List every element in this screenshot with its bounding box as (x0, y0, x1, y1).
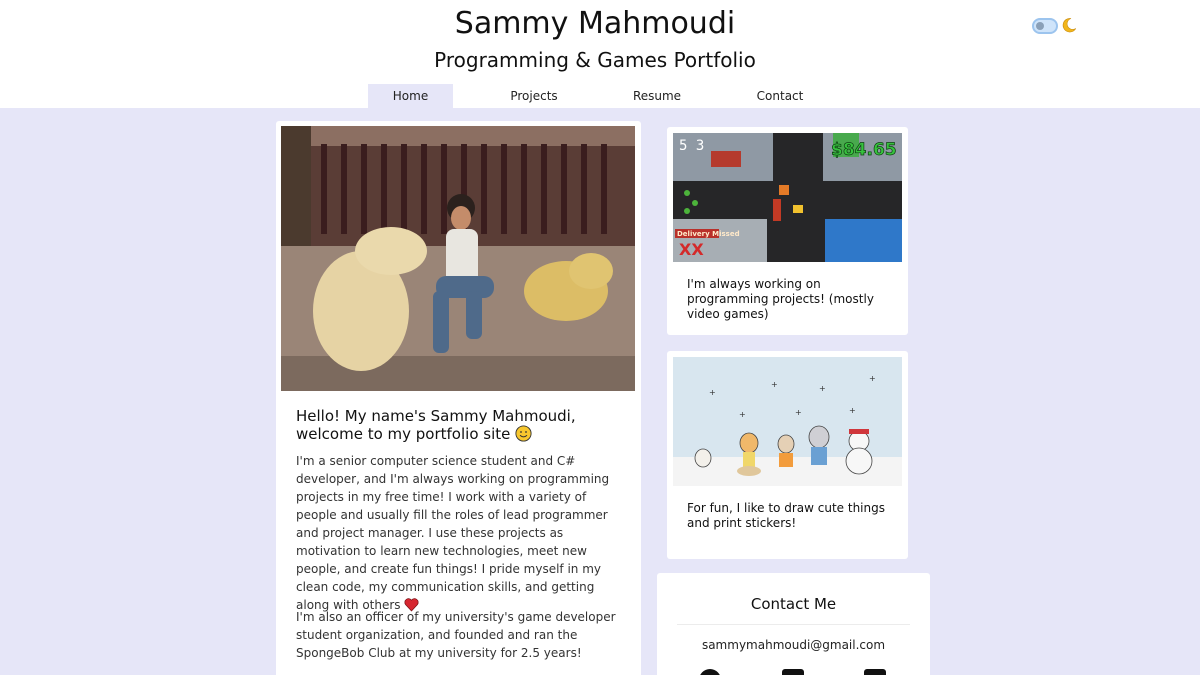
tab-home[interactable]: Home (368, 84, 453, 108)
svg-text:+: + (819, 384, 826, 393)
site-subtitle: Programming & Games Portfolio (434, 48, 756, 72)
bio-paragraph-2: I'm also an officer of my university's g… (296, 610, 616, 660)
linkedin-icon[interactable] (782, 669, 804, 675)
contact-email-link[interactable]: sammymahmoudi@gmail.com (657, 638, 930, 652)
bio-paragraph-1-text: I'm a senior computer science student an… (296, 454, 610, 612)
game-screenshot: 5 3 $84.65 Delivery Missed XX (673, 133, 902, 262)
svg-text:+: + (771, 380, 778, 389)
svg-text:+: + (795, 408, 802, 417)
tab-contact[interactable]: Contact (739, 84, 821, 108)
site-title: Sammy Mahmoudi (454, 6, 736, 41)
project-card-caption: I'm always working on programming projec… (687, 277, 874, 321)
intro-card: Hello! My name's Sammy Mahmoudi, welcome… (276, 121, 641, 675)
art-card[interactable]: + + + + + + + For fun, I like to draw cute … (667, 351, 908, 559)
game-screenshot-art: 5 3 $84.65 Delivery Missed XX (673, 133, 902, 262)
intro-heading-text: Hello! My name's Sammy Mahmoudi, welcome… (296, 407, 576, 443)
svg-text:+: + (869, 374, 876, 383)
bio-paragraph-1: I'm a senior computer science student an… (296, 452, 626, 614)
svg-text:XX: XX (679, 240, 704, 259)
mail-icon[interactable] (864, 669, 886, 675)
moon-icon (1062, 18, 1077, 33)
contact-card: Contact Me sammymahmoudi@gmail.com (657, 573, 930, 675)
art-illustration-art: + + + + + + + (673, 357, 902, 486)
tab-projects[interactable]: Projects (493, 84, 575, 108)
contact-divider (677, 624, 910, 625)
profile-photo (281, 126, 635, 391)
theme-toggle[interactable] (1032, 18, 1058, 34)
intro-heading: Hello! My name's Sammy Mahmoudi, welcome… (296, 407, 626, 443)
art-illustration: + + + + + + + (673, 357, 902, 486)
art-card-caption: For fun, I like to draw cute things and … (687, 501, 885, 530)
svg-text:+: + (709, 388, 716, 397)
smiley-emoji-icon (515, 425, 532, 442)
game-money: $84.65 (831, 140, 897, 160)
game-banner: Delivery Missed (677, 230, 740, 238)
contact-title: Contact Me (750, 595, 837, 613)
profile-photo-art (281, 126, 635, 391)
game-score: 5 3 (679, 138, 704, 154)
svg-text:+: + (849, 406, 856, 415)
svg-text:+: + (739, 410, 746, 419)
project-card[interactable]: 5 3 $84.65 Delivery Missed XX I'm always… (667, 127, 908, 335)
tab-resume[interactable]: Resume (616, 84, 698, 108)
site-header: Sammy Mahmoudi Programming & Games Portf… (0, 0, 1200, 108)
github-icon[interactable] (699, 669, 721, 675)
toggle-knob (1036, 22, 1044, 30)
